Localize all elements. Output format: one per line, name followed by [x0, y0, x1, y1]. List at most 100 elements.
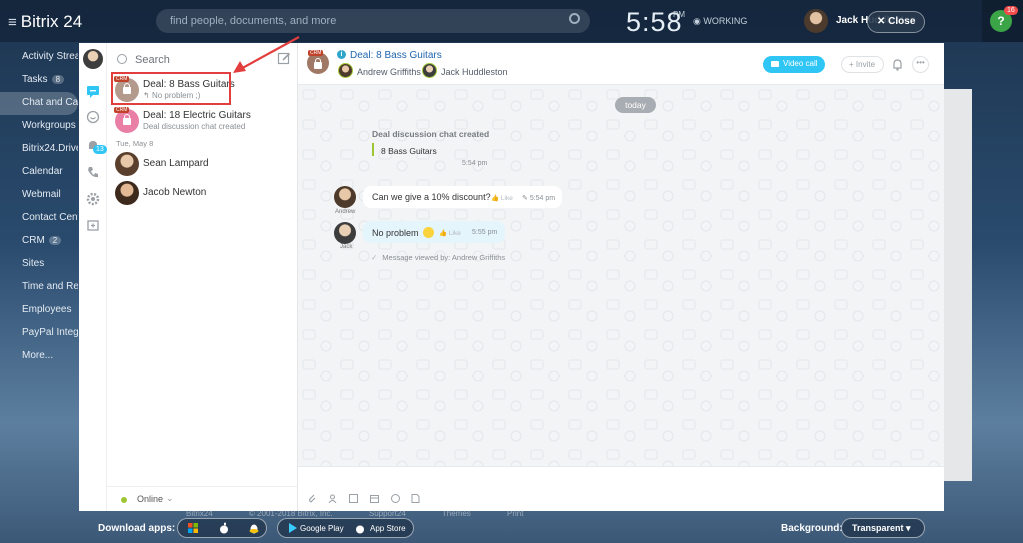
attach-icon[interactable]: [308, 494, 317, 503]
nav-count-badge: 2: [48, 236, 62, 245]
chat-header: CRM i Deal: 8 Bass Guitars Andrew Griffi…: [298, 43, 944, 85]
smiley-icon[interactable]: [391, 494, 400, 503]
chat-name: Deal: 18 Electric Guitars: [143, 110, 251, 121]
apple-icon[interactable]: [218, 522, 230, 534]
like-label: Like: [500, 195, 513, 202]
online-status-selector[interactable]: Online ⌄: [107, 486, 298, 511]
user-avatar[interactable]: [804, 9, 828, 33]
chevron-down-icon: ⌄: [166, 493, 174, 503]
close-label: Close: [888, 16, 916, 27]
nav-label: CRM: [22, 235, 45, 246]
nav-tasks[interactable]: Tasks 8: [0, 69, 78, 92]
more-options-icon[interactable]: •••: [912, 56, 929, 73]
nav-employees[interactable]: Employees: [0, 299, 78, 322]
global-search-input[interactable]: find people, documents, and more: [156, 9, 590, 33]
chat-icon[interactable]: [86, 84, 100, 98]
nav-chat-and-calls[interactable]: Chat and Calls: [0, 92, 78, 115]
avatar[interactable]: [334, 186, 356, 208]
invite-button[interactable]: + Invite: [841, 56, 884, 73]
google-play-button[interactable]: Google Play: [300, 524, 344, 533]
author-label: Jack: [340, 244, 353, 250]
apple-icon: [356, 525, 364, 534]
settings-icon[interactable]: [86, 192, 100, 206]
help-button[interactable]: ? 16: [982, 0, 1023, 42]
pointer-arrow-annotation: [233, 36, 300, 73]
contact-icon[interactable]: [328, 494, 337, 503]
calendar-icon[interactable]: [370, 494, 379, 503]
nav-crm[interactable]: CRM 2: [0, 230, 78, 253]
check-icon: ✓: [371, 253, 378, 262]
background-select[interactable]: Transparent ▾: [841, 518, 925, 538]
nav-calendar[interactable]: Calendar: [0, 161, 78, 184]
video-call-button[interactable]: Video call: [763, 56, 825, 73]
list-item-jacob-newton[interactable]: Jacob Newton: [111, 179, 294, 207]
nav-sites[interactable]: Sites: [0, 253, 78, 276]
menu-icon[interactable]: ≡: [8, 14, 17, 31]
system-message-quote[interactable]: 8 Bass Guitars: [381, 146, 437, 156]
background-value: Transparent: [852, 523, 904, 533]
bell-icon[interactable]: [889, 56, 906, 73]
open-lines-icon[interactable]: [86, 110, 100, 124]
nav-label: Chat and Calls: [22, 97, 78, 108]
nav-webmail[interactable]: Webmail: [0, 184, 78, 207]
chat-avatar[interactable]: CRM: [307, 50, 329, 74]
nav-label: PayPal Integration: [22, 327, 78, 338]
message-composer[interactable]: [298, 466, 944, 511]
phone-icon[interactable]: [86, 165, 100, 179]
chat-title[interactable]: Deal: 8 Bass Guitars: [350, 50, 442, 61]
avatar: [115, 181, 139, 205]
windows-icon[interactable]: [187, 522, 199, 534]
avatar[interactable]: [334, 222, 356, 244]
logo[interactable]: ≡ Bitrix 24: [8, 12, 82, 32]
quote-icon[interactable]: [349, 494, 358, 503]
nav-time-and-reports[interactable]: Time and Reports: [0, 276, 78, 299]
participant-avatar[interactable]: [422, 63, 437, 78]
linux-icon[interactable]: [248, 522, 260, 534]
author-label: Andrew: [335, 209, 356, 215]
nav-drive[interactable]: Bitrix24.Drive: [0, 138, 78, 161]
system-message-time: 5:54 pm: [462, 160, 488, 167]
document-icon[interactable]: [411, 494, 420, 503]
nav-label: Activity Stream: [22, 51, 78, 62]
crm-tag: CRM: [114, 107, 130, 113]
avatar: [115, 152, 139, 176]
viewed-by-status: ✓ Message viewed by: Andrew Griffiths: [371, 253, 505, 262]
nav-activity-stream[interactable]: Activity Stream: [0, 46, 78, 69]
background-label: Background:: [781, 523, 843, 534]
participant-name[interactable]: Jack Huddleston: [441, 67, 578, 77]
nav-workgroups[interactable]: Workgroups: [0, 115, 78, 138]
my-avatar[interactable]: [83, 49, 103, 69]
nav-label: Bitrix24.Drive: [22, 143, 78, 154]
nav-label: Contact Center: [22, 212, 78, 223]
top-bar: ≡ Bitrix 24 find people, documents, and m…: [0, 0, 1023, 42]
highlight-box: [111, 72, 231, 105]
contact-name: Sean Lampard: [143, 158, 209, 169]
work-status[interactable]: ◉ WORKING: [693, 16, 747, 27]
message-bubble[interactable]: No problem 👍 Like 5:55 pm: [363, 221, 505, 243]
message-bubble[interactable]: Can we give a 10% discount? 👍 Like ✎ 5:5…: [363, 186, 562, 208]
nav-label: Tasks: [22, 74, 48, 85]
list-item-sean-lampard[interactable]: Sean Lampard: [111, 150, 294, 178]
add-chat-icon[interactable]: [86, 219, 100, 233]
message-time: 5:55 pm: [472, 229, 498, 236]
crm-deal-avatar: CRM: [114, 107, 139, 133]
chat-preview: Deal discussion chat created: [143, 122, 246, 131]
like-button[interactable]: 👍 Like: [491, 194, 513, 202]
mobile-apps-pill: Google Play App Store: [277, 518, 414, 538]
nav-contact-center[interactable]: Contact Center: [0, 207, 78, 230]
message-time: ✎ 5:54 pm: [522, 195, 556, 202]
info-icon[interactable]: i: [337, 50, 346, 59]
participant-avatar[interactable]: [338, 63, 353, 78]
like-button[interactable]: 👍 Like: [439, 229, 461, 237]
search-icon[interactable]: [569, 13, 580, 24]
video-call-label: Video call: [783, 59, 818, 68]
app-store-button[interactable]: App Store: [370, 524, 406, 533]
messenger-rail: 13: [79, 43, 107, 511]
close-button[interactable]: ✕ Close: [867, 11, 925, 33]
global-search-placeholder: find people, documents, and more: [170, 15, 337, 27]
list-item-deal-18-electric-guitars[interactable]: CRM Deal: 18 Electric Guitars Deal discu…: [111, 107, 294, 135]
nav-paypal[interactable]: PayPal Integration: [0, 322, 78, 345]
search-icon: [117, 54, 127, 64]
nav-more[interactable]: More...: [0, 345, 78, 368]
nav-label: Calendar: [22, 166, 63, 177]
